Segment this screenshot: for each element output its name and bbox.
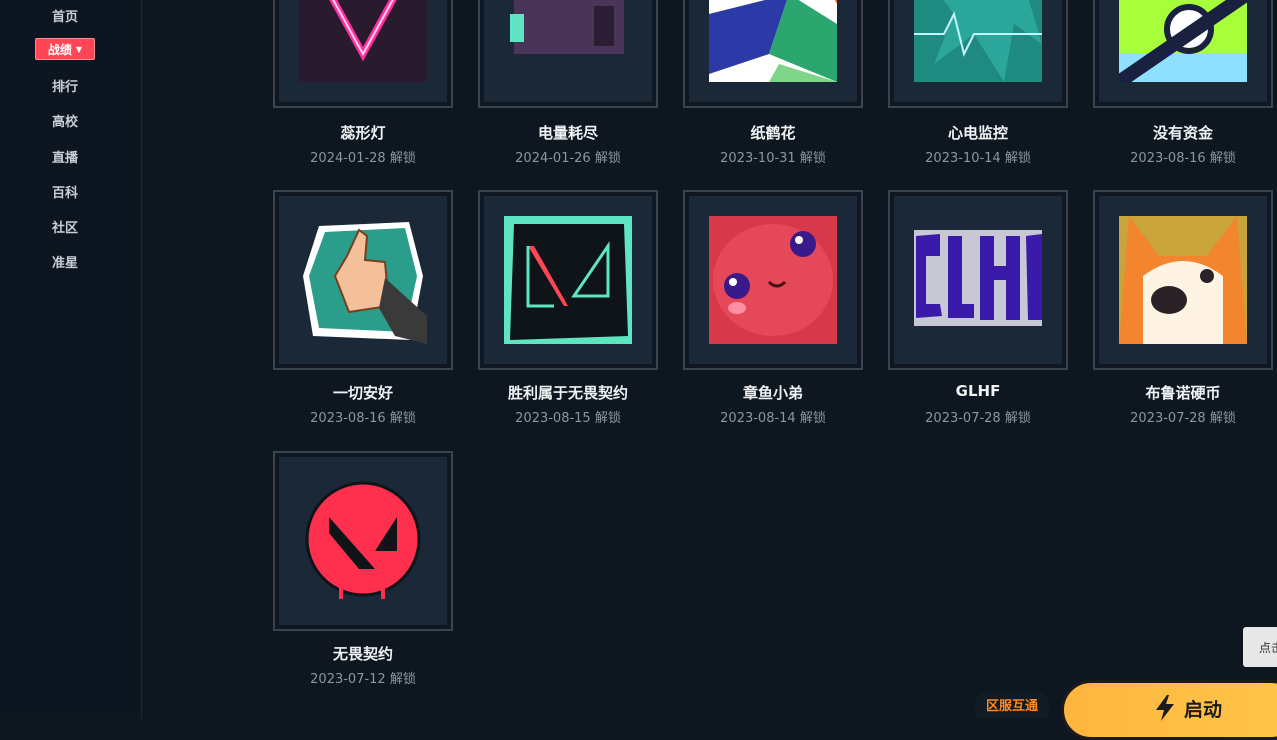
nav-item-live[interactable]: 直播 bbox=[0, 147, 130, 166]
server-interop-badge: 区服互通 bbox=[975, 691, 1049, 718]
spray-frame bbox=[273, 0, 453, 108]
nav-item-record-label: 战绩 bbox=[47, 42, 72, 57]
launch-button[interactable]: 启动 bbox=[1061, 680, 1277, 740]
lightning-icon bbox=[1156, 695, 1174, 721]
spray-date: 2023-10-14 解锁 bbox=[925, 151, 1031, 166]
spray-frame bbox=[888, 0, 1068, 108]
spray-date: 2023-08-15 解锁 bbox=[515, 411, 621, 426]
spray-frame bbox=[273, 190, 453, 370]
spray-name: 纸鹤花 bbox=[750, 124, 796, 142]
nav-item-community[interactable]: 社区 bbox=[0, 217, 130, 236]
spray-name: 一切安好 bbox=[332, 384, 393, 402]
battery-spray bbox=[504, 0, 632, 82]
heart-monitor-spray bbox=[914, 0, 1042, 82]
spray-frame bbox=[478, 0, 658, 108]
spray-date: 2023-07-12 解锁 bbox=[310, 672, 416, 687]
side-float-tab[interactable]: 点击 bbox=[1243, 627, 1277, 667]
spray-name: GLHF bbox=[955, 382, 1001, 400]
spray-name: 布鲁诺硬币 bbox=[1145, 384, 1221, 402]
spray-name: 没有资金 bbox=[1152, 124, 1213, 142]
spray-date: 2023-08-16 解锁 bbox=[310, 411, 416, 426]
spray-frame bbox=[683, 0, 863, 108]
victory-spray bbox=[504, 216, 632, 344]
spray-date: 2023-10-31 解锁 bbox=[720, 151, 826, 166]
nav-item-crosshair[interactable]: 准星 bbox=[0, 252, 130, 271]
spray-frame bbox=[888, 190, 1068, 370]
spray-date: 2023-08-16 解锁 bbox=[1130, 151, 1236, 166]
spray-date: 2023-07-28 解锁 bbox=[1130, 411, 1236, 426]
spray-frame bbox=[1093, 190, 1273, 370]
spray-frame bbox=[478, 190, 658, 370]
glhf-graffiti-spray bbox=[914, 216, 1042, 344]
spray-name: 电量耗尽 bbox=[537, 124, 598, 142]
paper-crane-spray bbox=[709, 0, 837, 82]
spray-date: 2023-07-28 解锁 bbox=[925, 411, 1031, 426]
spray-name: 胜利属于无畏契约 bbox=[507, 384, 628, 402]
nav-item-record[interactable]: 战绩 ▼ bbox=[35, 38, 95, 60]
spray-frame bbox=[1093, 0, 1273, 108]
caret-down-icon: ▼ bbox=[75, 44, 83, 54]
sidebar: 首页 战绩 ▼ 排行 高校 直播 百科 社区 准星 bbox=[0, 0, 142, 718]
spray-name: 蕊形灯 bbox=[340, 124, 386, 142]
nav-item-college[interactable]: 高校 bbox=[0, 111, 130, 130]
spray-date: 2024-01-26 解锁 bbox=[515, 151, 621, 166]
thumbs-up-spray bbox=[299, 216, 427, 344]
spray-date: 2023-08-14 解锁 bbox=[720, 411, 826, 426]
nav-item-wiki[interactable]: 百科 bbox=[0, 182, 130, 201]
spray-name: 无畏契约 bbox=[332, 645, 393, 663]
octopus-spray bbox=[709, 216, 837, 344]
nav-item-rank[interactable]: 排行 bbox=[0, 76, 130, 95]
spray-name: 心电监控 bbox=[947, 124, 1008, 142]
spray-name: 章鱼小弟 bbox=[742, 384, 803, 402]
no-money-spray bbox=[1119, 0, 1247, 82]
corgi-coin-spray bbox=[1119, 216, 1247, 344]
spray-frame bbox=[683, 190, 863, 370]
valorant-logo-spray bbox=[299, 477, 427, 605]
spray-frame bbox=[273, 451, 453, 631]
spray-date: 2024-01-28 解锁 bbox=[310, 151, 416, 166]
nav-item-home[interactable]: 首页 bbox=[0, 6, 130, 25]
neon-heart-spray bbox=[299, 0, 427, 82]
